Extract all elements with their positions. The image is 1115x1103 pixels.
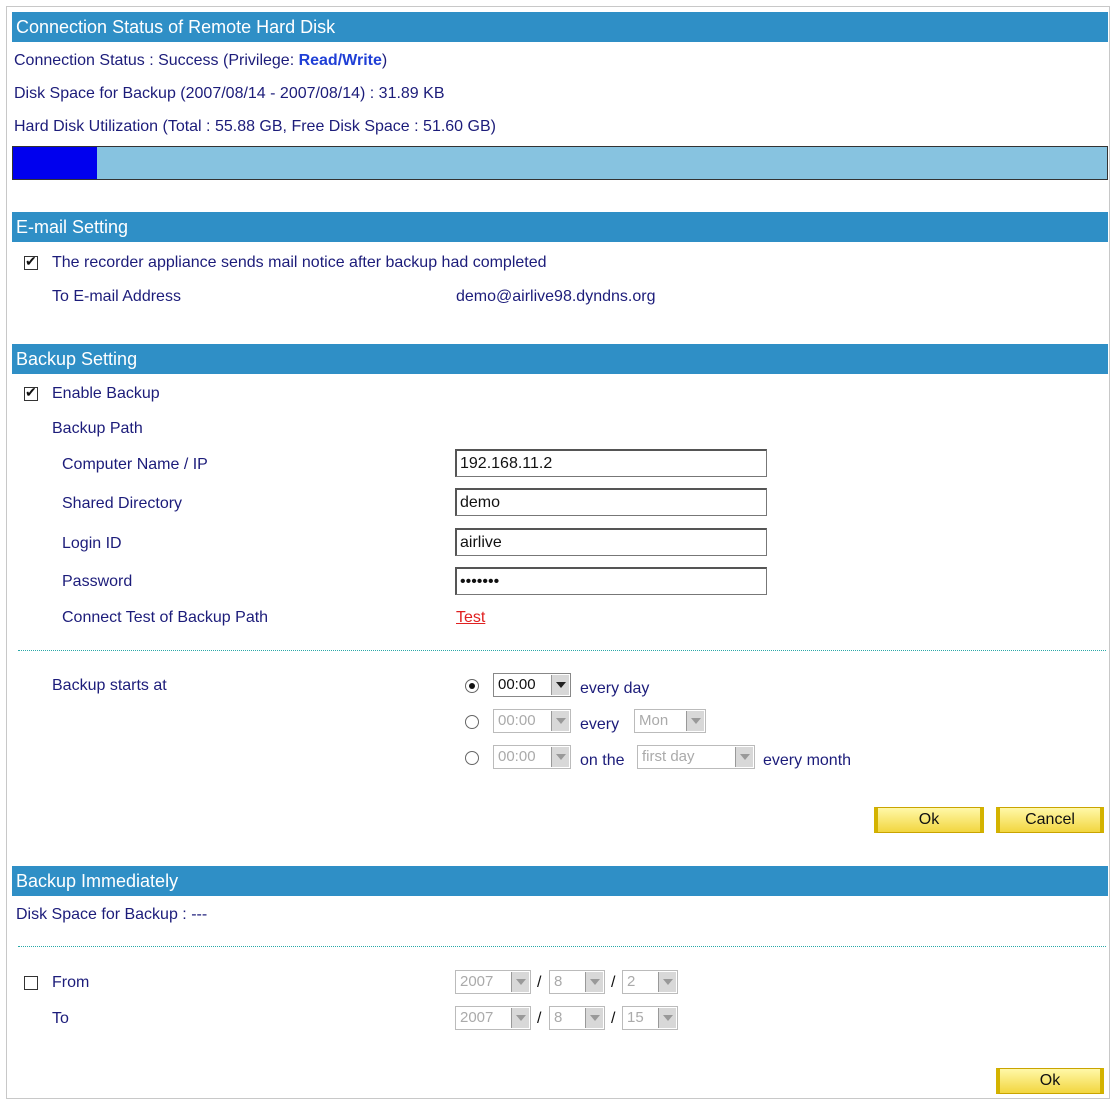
enable-backup-label: Enable Backup [52, 385, 160, 402]
from-month-value: 8 [554, 973, 563, 990]
connection-status-header: Connection Status of Remote Hard Disk [12, 12, 1108, 42]
every-label: every [580, 716, 620, 733]
monthly-time-value: 00:00 [498, 748, 536, 765]
to-email-value: demo@airlive98.dyndns.org [456, 288, 656, 305]
from-month-select[interactable]: 8 [549, 970, 605, 994]
enable-backup-checkbox[interactable] [24, 384, 38, 401]
mail-notice-checkbox[interactable] [24, 253, 38, 270]
login-id-input[interactable] [455, 528, 767, 556]
date-separator: / [537, 974, 542, 991]
daily-time-select[interactable]: 00:00 [493, 673, 571, 697]
chevron-down-icon [658, 1008, 676, 1028]
schedule-weekly-radio[interactable] [465, 715, 479, 729]
chevron-down-icon [658, 972, 676, 992]
shared-directory-label: Shared Directory [62, 495, 183, 512]
backup-path-label: Backup Path [52, 420, 143, 437]
weekly-day-select[interactable]: Mon [634, 709, 706, 733]
connection-status-line: Connection Status : Success (Privilege: … [14, 52, 387, 70]
chevron-down-icon [551, 675, 569, 695]
chevron-down-icon [511, 972, 529, 992]
chevron-down-icon [585, 972, 603, 992]
backup-immediately-header: Backup Immediately [12, 866, 1108, 896]
chevron-down-icon [585, 1008, 603, 1028]
to-email-label: To E-mail Address [52, 288, 181, 305]
backup-starts-label: Backup starts at [52, 677, 167, 694]
date-separator: / [611, 1010, 616, 1027]
to-year-value: 2007 [460, 1009, 494, 1026]
every-month-label: every month [763, 752, 852, 769]
hard-disk-utilization: Hard Disk Utilization (Total : 55.88 GB,… [14, 118, 496, 135]
daily-time-value: 00:00 [498, 676, 536, 693]
login-id-label: Login ID [62, 535, 122, 552]
shared-directory-input[interactable] [455, 488, 767, 516]
from-year-select[interactable]: 2007 [455, 970, 531, 994]
connect-test-label: Connect Test of Backup Path [62, 609, 269, 626]
chevron-down-icon [551, 747, 569, 767]
from-label: From [52, 974, 90, 991]
backup-now-ok-button[interactable]: Ok [996, 1068, 1104, 1094]
from-day-select[interactable]: 2 [622, 970, 678, 994]
to-month-select[interactable]: 8 [549, 1006, 605, 1030]
password-input[interactable] [455, 567, 767, 595]
backup-setting-header: Backup Setting [12, 344, 1108, 374]
password-label: Password [62, 573, 133, 590]
monthly-day-select[interactable]: first day [637, 745, 755, 769]
to-year-select[interactable]: 2007 [455, 1006, 531, 1030]
chevron-down-icon [686, 711, 704, 731]
monthly-day-value: first day [642, 748, 695, 765]
schedule-daily-radio[interactable] [465, 679, 479, 693]
schedule-monthly-radio[interactable] [465, 751, 479, 765]
test-link[interactable]: Test [456, 609, 485, 627]
divider [18, 946, 1106, 947]
connection-status-suffix: ) [381, 52, 388, 69]
disk-utilization-bar [12, 146, 1108, 180]
divider [18, 650, 1106, 651]
computer-name-label: Computer Name / IP [62, 456, 208, 473]
to-day-value: 15 [627, 1009, 644, 1026]
immediate-disk-space: Disk Space for Backup : --- [16, 906, 208, 923]
weekly-time-select[interactable]: 00:00 [493, 709, 571, 733]
every-day-label: every day [580, 680, 650, 697]
to-month-value: 8 [554, 1009, 563, 1026]
chevron-down-icon [735, 747, 753, 767]
mail-notice-label: The recorder appliance sends mail notice… [52, 254, 547, 271]
email-setting-header: E-mail Setting [12, 212, 1108, 242]
weekly-time-value: 00:00 [498, 712, 536, 729]
ok-button[interactable]: Ok [874, 807, 984, 833]
to-label: To [52, 1010, 69, 1027]
from-checkbox[interactable] [24, 976, 38, 990]
date-separator: / [537, 1010, 542, 1027]
connection-status-text: Connection Status : Success (Privilege: [14, 52, 299, 69]
to-day-select[interactable]: 15 [622, 1006, 678, 1030]
computer-name-input[interactable] [455, 449, 767, 477]
date-separator: / [611, 974, 616, 991]
chevron-down-icon [551, 711, 569, 731]
monthly-time-select[interactable]: 00:00 [493, 745, 571, 769]
chevron-down-icon [511, 1008, 529, 1028]
from-year-value: 2007 [460, 973, 494, 990]
cancel-button[interactable]: Cancel [996, 807, 1104, 833]
privilege-value: Read/Write [298, 52, 382, 69]
from-day-value: 2 [627, 973, 636, 990]
disk-space-for-backup: Disk Space for Backup (2007/08/14 - 2007… [14, 85, 445, 102]
weekly-day-value: Mon [639, 712, 669, 729]
disk-utilization-used [13, 147, 98, 179]
on-the-label: on the [580, 752, 625, 769]
